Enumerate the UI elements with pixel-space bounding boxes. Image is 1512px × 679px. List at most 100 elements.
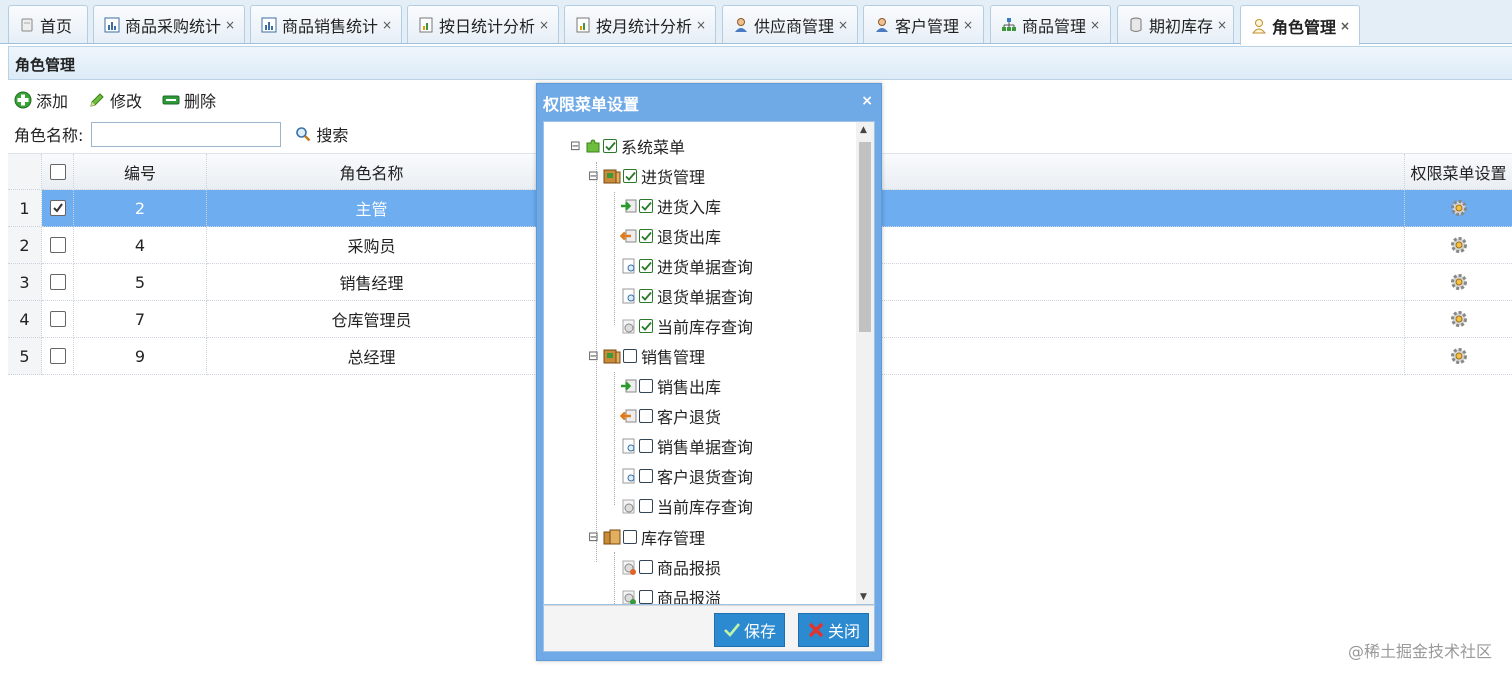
tree-node-leaf[interactable]: 商品报溢 [620,583,721,604]
select-all-checkbox[interactable] [49,163,66,180]
tree-node-leaf[interactable]: 当前库存查询 [620,312,753,340]
tree-node-group[interactable]: ⊟ 进货管理 [588,162,705,190]
tree-node-group[interactable]: ⊟ 销售管理 [588,342,705,370]
gear-icon[interactable] [1449,309,1469,329]
tab-monthly-analysis[interactable]: 按月统计分析 × [564,5,716,43]
gear-icon[interactable] [1449,272,1469,292]
tree-node-label: 系统菜单 [621,138,686,157]
close-icon[interactable]: × [1340,19,1350,33]
tree-checkbox[interactable] [639,499,653,513]
collapse-icon[interactable]: ⊟ [588,530,600,545]
tree-checkbox[interactable] [639,469,653,483]
collapse-icon[interactable]: ⊟ [588,349,600,364]
tree-node-group[interactable]: ⊟ 库存管理 [588,523,705,551]
row-checkbox[interactable] [49,311,66,327]
tree-node-leaf[interactable]: 退货出库 [620,222,721,250]
close-icon[interactable]: × [861,93,873,109]
permission-menu-dialog: 权限菜单设置 × ⊟ 系统菜单 ⊟ 进货管理 进货入库 退货出库 进货单据查询 … [536,83,882,661]
tree-node-leaf[interactable]: 销售出库 [620,372,721,400]
loss-icon [622,560,636,575]
tree-node-leaf[interactable]: 商品报损 [620,553,721,581]
collapse-icon[interactable]: ⊟ [570,139,582,154]
tree-node-leaf[interactable]: 进货单据查询 [620,252,753,280]
tree-checkbox[interactable] [639,259,653,273]
tree-checkbox[interactable] [639,560,653,574]
tab-label: 期初库存 [1149,16,1214,36]
tree-checkbox[interactable] [639,590,653,604]
purchase-icon [603,169,621,184]
tab-daily-analysis[interactable]: 按日统计分析 × [407,5,559,43]
dialog-title-bar[interactable]: 权限菜单设置 × [541,88,877,118]
add-button[interactable]: 添加 [14,88,68,112]
close-icon[interactable]: × [838,18,848,32]
close-icon[interactable]: × [963,18,973,32]
tab-goods[interactable]: 商品管理 × [990,5,1111,43]
gear-icon[interactable] [1449,346,1469,366]
close-button[interactable]: 关闭 [798,613,870,647]
row-checkbox[interactable] [49,200,66,216]
row-checkbox[interactable] [49,348,66,364]
close-icon[interactable]: × [225,18,235,32]
pencil-icon [90,93,104,107]
tree-checkbox[interactable] [639,379,653,393]
tree-checkbox[interactable] [639,199,653,213]
close-icon[interactable]: × [1090,18,1100,32]
tree-node-root[interactable]: ⊟ 系统菜单 [570,132,685,160]
close-icon[interactable]: × [696,18,706,32]
add-icon [14,91,32,109]
scroll-down-arrow-icon[interactable]: ▼ [860,592,867,602]
tree-node-leaf[interactable]: 客户退货查询 [620,462,753,490]
tab-label: 按月统计分析 [596,16,693,36]
tree-node-label: 当前库存查询 [657,498,754,517]
scroll-up-arrow-icon[interactable]: ▲ [860,125,867,135]
tree-scrollbar[interactable]: ▲ ▼ [856,122,874,604]
tree-node-label: 退货出库 [657,228,722,247]
tree-node-label: 商品报损 [657,559,722,578]
tree-node-leaf[interactable]: 客户退货 [620,402,721,430]
tree-node-leaf[interactable]: 当前库存查询 [620,492,753,520]
tab-initial-stock[interactable]: 期初库存 × [1117,5,1234,43]
tree-checkbox[interactable] [623,349,637,363]
tree-checkbox[interactable] [603,139,617,153]
tree-checkbox[interactable] [639,439,653,453]
tree-checkbox[interactable] [639,229,653,243]
tree-checkbox[interactable] [623,169,637,183]
delete-button[interactable]: 删除 [162,88,216,112]
report-icon [419,17,433,32]
tab-purchase-stats[interactable]: 商品采购统计 × [93,5,245,43]
tab-sales-stats[interactable]: 商品销售统计 × [250,5,402,43]
row-checkbox[interactable] [49,274,66,290]
tab-home[interactable]: 首页 [8,5,88,43]
column-header-setting[interactable]: 权限菜单设置 [1405,154,1512,190]
tab-supplier[interactable]: 供应商管理 × [722,5,858,43]
tree-node-leaf[interactable]: 销售单据查询 [620,432,753,460]
search-bar: 角色名称: 搜索 [14,121,348,147]
column-header-name[interactable]: 角色名称 [207,154,537,190]
scrollbar-thumb[interactable] [859,142,871,332]
tree-node-label: 进货单据查询 [657,258,754,277]
column-header-id[interactable]: 编号 [74,154,207,190]
tree-checkbox[interactable] [639,289,653,303]
gear-icon[interactable] [1449,235,1469,255]
row-checkbox[interactable] [49,237,66,253]
delete-button-label: 删除 [184,92,217,111]
tree-node-leaf[interactable]: 进货入库 [620,192,721,220]
close-icon[interactable]: × [382,18,392,32]
tree-node-leaf[interactable]: 退货单据查询 [620,282,753,310]
edit-button[interactable]: 修改 [88,88,142,112]
close-icon[interactable]: × [539,18,549,32]
collapse-icon[interactable]: ⊟ [588,169,600,184]
select-all-cell [42,154,74,190]
tab-customer[interactable]: 客户管理 × [863,5,984,43]
tab-role-management[interactable]: 角色管理 × [1240,5,1360,45]
search-button[interactable]: 搜索 [295,122,348,146]
inbound-icon [621,199,637,213]
gear-icon[interactable] [1449,198,1469,218]
role-name-input[interactable] [91,121,282,147]
close-icon[interactable]: × [1217,18,1227,32]
tree-checkbox[interactable] [639,409,653,423]
tree-checkbox[interactable] [623,530,637,544]
tree-checkbox[interactable] [639,319,653,333]
tab-bar: 首页 商品采购统计 × 商品销售统计 × 按日统计分析 × 按月统计分析 × 供… [0,0,1512,45]
save-button[interactable]: 保存 [714,613,786,647]
